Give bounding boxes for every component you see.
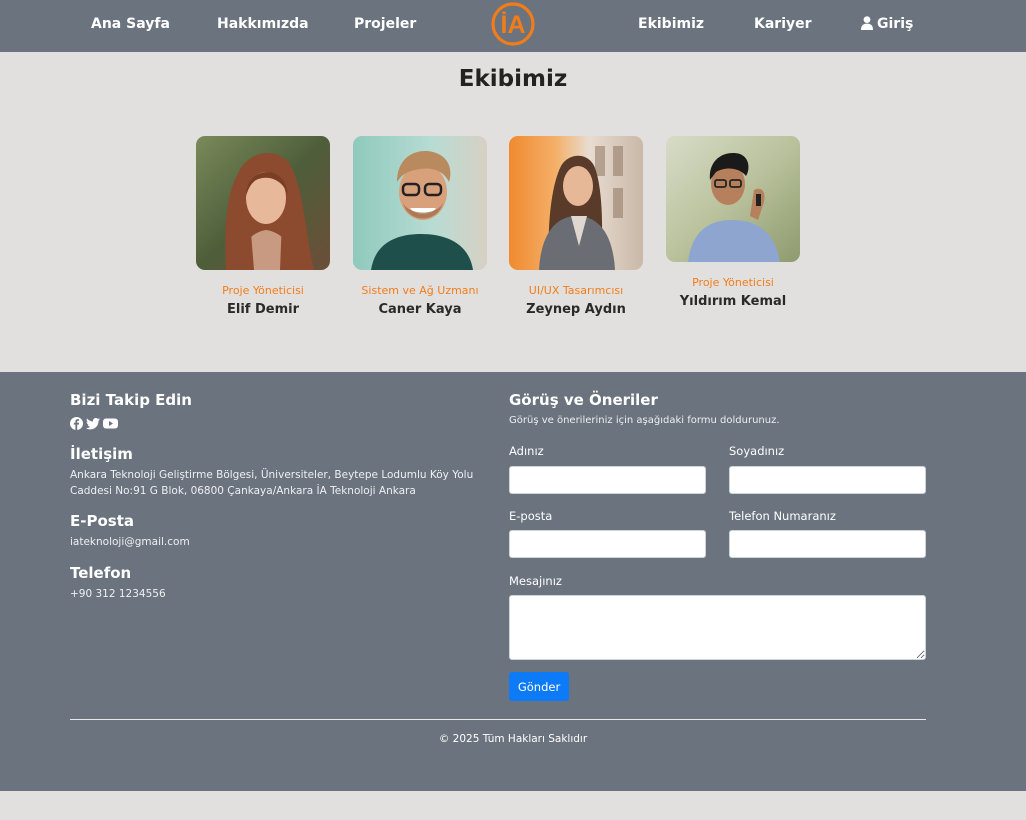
phone-label: Telefon Numaranız bbox=[729, 509, 836, 523]
twitter-icon[interactable] bbox=[86, 417, 100, 430]
phone-text: +90 312 1234556 bbox=[70, 588, 166, 600]
feedback-title: Görüş ve Öneriler bbox=[509, 391, 658, 409]
member-photo bbox=[666, 136, 800, 262]
last-name-label: Soyadınız bbox=[729, 444, 785, 458]
nav-link-about[interactable]: Hakkımızda bbox=[217, 16, 309, 32]
youtube-icon[interactable] bbox=[103, 417, 118, 430]
member-photo bbox=[509, 136, 643, 270]
footer-divider bbox=[70, 719, 926, 720]
member-photo bbox=[196, 136, 330, 270]
member-name: Elif Demir bbox=[227, 302, 299, 317]
brand-logo[interactable]: İA bbox=[490, 1, 536, 47]
team-member-card: Proje Yöneticisi Elif Demir bbox=[196, 136, 330, 317]
email-title: E-Posta bbox=[70, 512, 134, 530]
address-text: Ankara Teknoloji Geliştirme Bölgesi, Üni… bbox=[70, 469, 474, 497]
brand-logo-text: İA bbox=[501, 11, 526, 39]
navbar: Ana Sayfa Hakkımızda Projeler İA Ekibimi… bbox=[0, 0, 1026, 52]
team-title: Ekibimiz bbox=[458, 66, 568, 92]
nav-link-projects[interactable]: Projeler bbox=[354, 16, 416, 32]
first-name-input[interactable] bbox=[509, 466, 706, 494]
email-text: iateknoloji@gmail.com bbox=[70, 536, 190, 548]
message-label: Mesajınız bbox=[509, 574, 562, 588]
feedback-subtitle: Görüş ve önerileriniz için aşağıdaki for… bbox=[509, 415, 780, 426]
member-photo bbox=[353, 136, 487, 270]
nav-link-careers[interactable]: Kariyer bbox=[754, 16, 812, 32]
login-label: Giriş bbox=[877, 16, 914, 32]
team-member-card: Sistem ve Ağ Uzmanı Caner Kaya bbox=[353, 136, 487, 317]
phone-input[interactable] bbox=[729, 530, 926, 558]
first-name-label: Adınız bbox=[509, 444, 544, 458]
member-name: Caner Kaya bbox=[378, 302, 462, 317]
footer: Bizi Takip Edin İletişim Ankara Teknoloj… bbox=[0, 372, 1026, 791]
member-name: Zeynep Aydın bbox=[526, 302, 626, 317]
nav-link-team[interactable]: Ekibimiz bbox=[638, 16, 704, 32]
copyright-text: © 2025 Tüm Hakları Saklıdır bbox=[438, 733, 588, 745]
nav-link-home[interactable]: Ana Sayfa bbox=[91, 16, 170, 32]
submit-button[interactable]: Gönder bbox=[509, 672, 569, 701]
social-links bbox=[70, 417, 118, 430]
member-name: Yıldırım Kemal bbox=[679, 294, 787, 309]
contact-title: İletişim bbox=[70, 445, 133, 463]
facebook-icon[interactable] bbox=[70, 417, 83, 430]
follow-title: Bizi Takip Edin bbox=[70, 391, 192, 409]
member-role: Proje Yöneticisi bbox=[692, 276, 774, 289]
team-member-card: UI/UX Tasarımcısı Zeynep Aydın bbox=[509, 136, 643, 317]
email-label: E-posta bbox=[509, 509, 553, 523]
nav-link-login[interactable]: Giriş bbox=[861, 16, 913, 32]
message-textarea[interactable] bbox=[509, 595, 926, 660]
user-icon bbox=[861, 16, 873, 30]
last-name-input[interactable] bbox=[729, 466, 926, 494]
phone-title: Telefon bbox=[70, 564, 132, 582]
team-member-card: Proje Yöneticisi Yıldırım Kemal bbox=[666, 136, 800, 309]
member-role: Sistem ve Ağ Uzmanı bbox=[361, 284, 479, 297]
member-role: UI/UX Tasarımcısı bbox=[528, 284, 624, 297]
email-input[interactable] bbox=[509, 530, 706, 558]
member-role: Proje Yöneticisi bbox=[222, 284, 304, 297]
